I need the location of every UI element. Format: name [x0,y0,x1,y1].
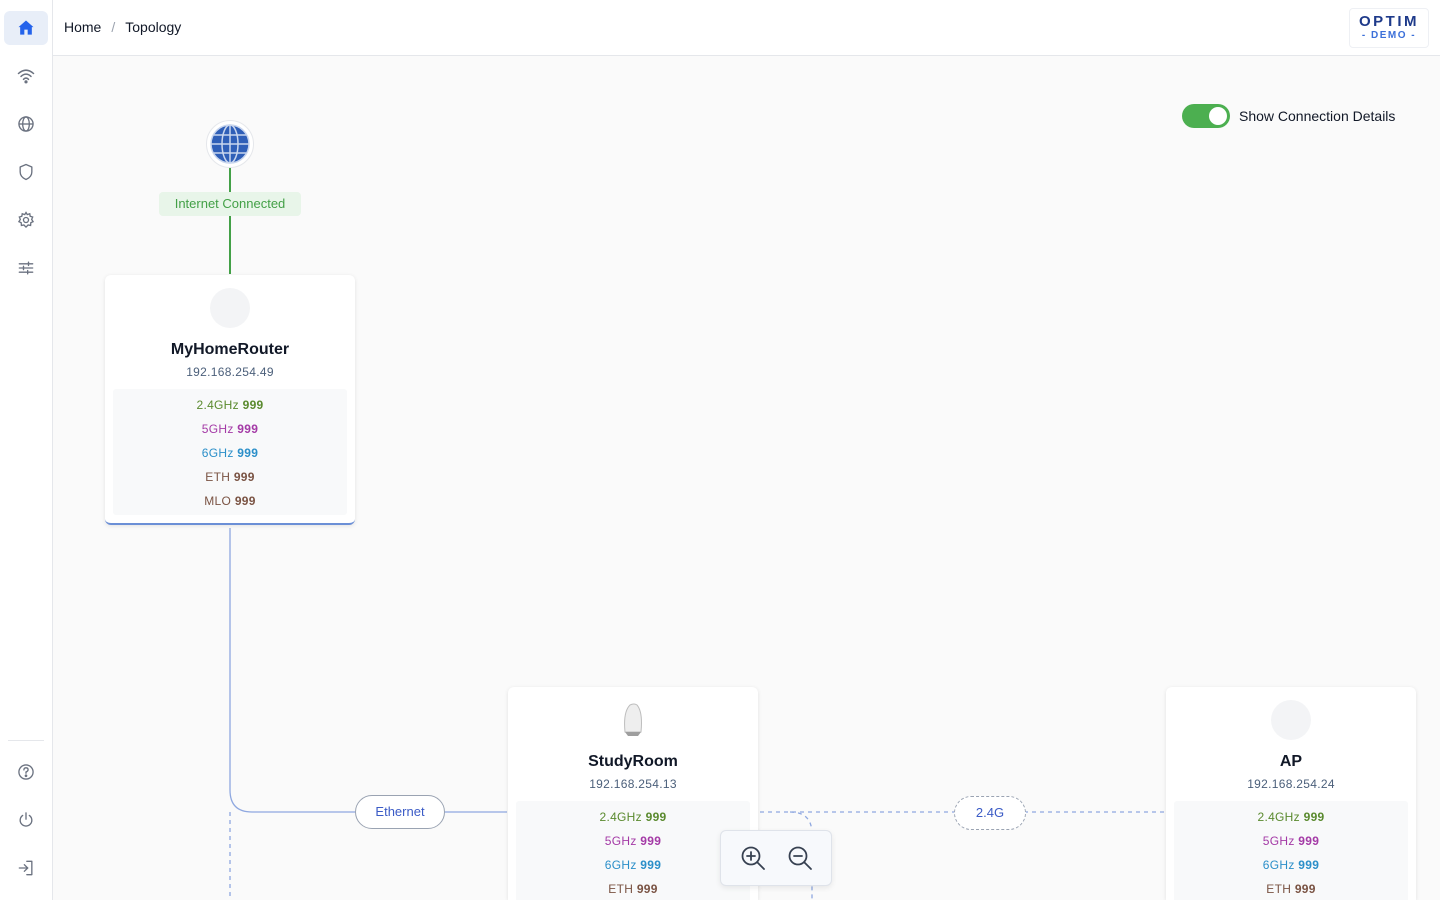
zoom-out-icon [788,846,812,870]
extender-device-icon [624,703,642,736]
connection-details-toggle-wrap: Show Connection Details [1182,104,1395,128]
device-name: MyHomeRouter [170,341,290,358]
band-label: 2.4GHz [599,810,642,824]
ap-avatar [1271,700,1311,740]
band-label: 6GHz [1262,858,1295,872]
band-eth: ETH 999 [516,877,750,900]
band-count: 999 [1303,810,1325,824]
band-count: 999 [1294,882,1316,896]
band-stats: 2.4GHz 999 5GHz 999 6GHz 999 ETH 999 [1174,801,1408,900]
band-count: 999 [1298,858,1320,872]
band-5: 5GHz 999 [516,829,750,853]
device-name: StudyRoom [588,753,678,770]
band-count: 999 [237,422,259,436]
zoom-in-icon [741,846,765,870]
band-count: 999 [242,398,264,412]
ethernet-link [229,528,507,813]
zoom-out-button[interactable] [782,840,818,876]
edge-label-ethernet[interactable]: Ethernet [355,795,445,829]
device-ip: 192.168.254.24 [1247,777,1335,791]
band-6: 6GHz 999 [516,853,750,877]
zoom-in-button[interactable] [735,840,771,876]
band-label: 5GHz [201,422,234,436]
band-label: 5GHz [1262,834,1295,848]
band-eth: ETH 999 [113,465,347,489]
band-count: 999 [640,858,662,872]
band-count: 999 [1298,834,1320,848]
band-label: 2.4GHz [196,398,239,412]
device-card-router[interactable]: MyHomeRouter 192.168.254.49 2.4GHz 999 5… [105,275,355,525]
band-count: 999 [645,810,667,824]
extender-avatar [613,700,653,740]
band-label: ETH [205,470,231,484]
band-6: 6GHz 999 [113,441,347,465]
device-ip: 192.168.254.13 [589,777,677,791]
band-label: 2.4GHz [1257,810,1300,824]
connection-details-toggle[interactable] [1182,104,1230,128]
internet-node[interactable] [206,120,254,168]
band-24: 2.4GHz 999 [1174,805,1408,829]
toggle-knob [1209,107,1227,125]
band-count: 999 [234,494,256,508]
band-label: ETH [608,882,634,896]
band-24: 2.4GHz 999 [516,805,750,829]
device-name: AP [1279,753,1303,770]
band-label: 6GHz [201,446,234,460]
router-avatar [210,288,250,328]
zoom-controls [720,830,832,886]
band-eth: ETH 999 [1174,877,1408,900]
device-ip: 192.168.254.49 [186,365,274,379]
band-label: 6GHz [604,858,637,872]
band-stats: 2.4GHz 999 5GHz 999 6GHz 999 ETH 999 [516,801,750,900]
internet-globe-icon [210,124,250,164]
band-6: 6GHz 999 [1174,853,1408,877]
edge-label-24g[interactable]: 2.4G [954,796,1026,830]
band-label: ETH [1266,882,1292,896]
band-count: 999 [640,834,662,848]
internet-status-badge: Internet Connected [159,192,301,216]
device-card-ap[interactable]: AP 192.168.254.24 2.4GHz 999 5GHz 999 6G… [1166,687,1416,900]
band-stats: 2.4GHz 999 5GHz 999 6GHz 999 ETH 999 MLO… [113,389,347,515]
band-count: 999 [636,882,658,896]
band-label: MLO [204,494,232,508]
band-5: 5GHz 999 [1174,829,1408,853]
toggle-label: Show Connection Details [1239,108,1396,124]
band-5: 5GHz 999 [113,417,347,441]
band-mlo: MLO 999 [113,489,347,513]
band-count: 999 [233,470,255,484]
band-count: 999 [237,446,259,460]
band-24: 2.4GHz 999 [113,393,347,417]
band-label: 5GHz [604,834,637,848]
